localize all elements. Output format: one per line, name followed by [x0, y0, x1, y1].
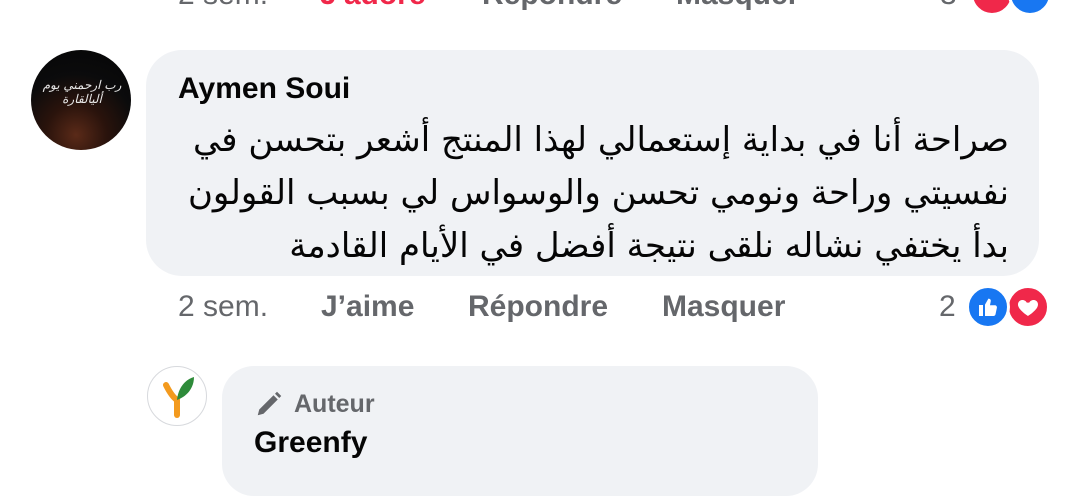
- author-badge-label: Auteur: [294, 389, 375, 418]
- greenfy-logo-icon: [163, 377, 194, 418]
- avatar[interactable]: رب ارحمني يوم أليالقارة: [31, 50, 131, 150]
- author-badge: Auteur: [254, 388, 375, 420]
- love-icon[interactable]: [1006, 285, 1050, 329]
- reply-button[interactable]: Répondre: [468, 290, 608, 324]
- previous-comment-reaction-count[interactable]: 3: [940, 0, 957, 12]
- like-button[interactable]: J’aime: [321, 290, 414, 324]
- comment-text-line: صراحة أنا في بداية إستعمالي لهذا المنتج …: [192, 120, 1009, 160]
- comment-author[interactable]: Aymen Soui: [178, 72, 350, 106]
- previous-comment-reply-button[interactable]: Répondre: [482, 0, 622, 12]
- comment-actions: 2 sem. J’aime Répondre Masquer 2: [0, 290, 1080, 330]
- comment-text: صراحة أنا في بداية إستعمالي لهذا المنتج …: [166, 114, 1009, 273]
- reply-author[interactable]: Greenfy: [254, 426, 367, 460]
- previous-comment-hide-button[interactable]: Masquer: [676, 0, 799, 12]
- like-icon[interactable]: [966, 285, 1010, 329]
- previous-comment-reaction-button[interactable]: J'adore: [320, 0, 426, 12]
- previous-comment-time: 2 sem.: [178, 0, 268, 12]
- comment-time[interactable]: 2 sem.: [178, 290, 268, 324]
- avatar-calligraphy: رب ارحمني يوم أليالقارة: [42, 78, 122, 106]
- previous-comment-actions: 2 sem. J'adore Répondre Masquer 3: [0, 0, 1080, 18]
- greenfy-logo-avatar[interactable]: [147, 366, 207, 426]
- comment-text-line: نفسيتي وراحة ونومي تحسن والوسواس لي بسبب…: [187, 173, 1009, 213]
- hide-button[interactable]: Masquer: [662, 290, 785, 324]
- reaction-count[interactable]: 2: [939, 290, 956, 324]
- pencil-icon: [257, 391, 282, 416]
- comment-text-line: بدأ يختفي نشاله نلقى نتيجة أفضل في الأيا…: [289, 226, 1009, 266]
